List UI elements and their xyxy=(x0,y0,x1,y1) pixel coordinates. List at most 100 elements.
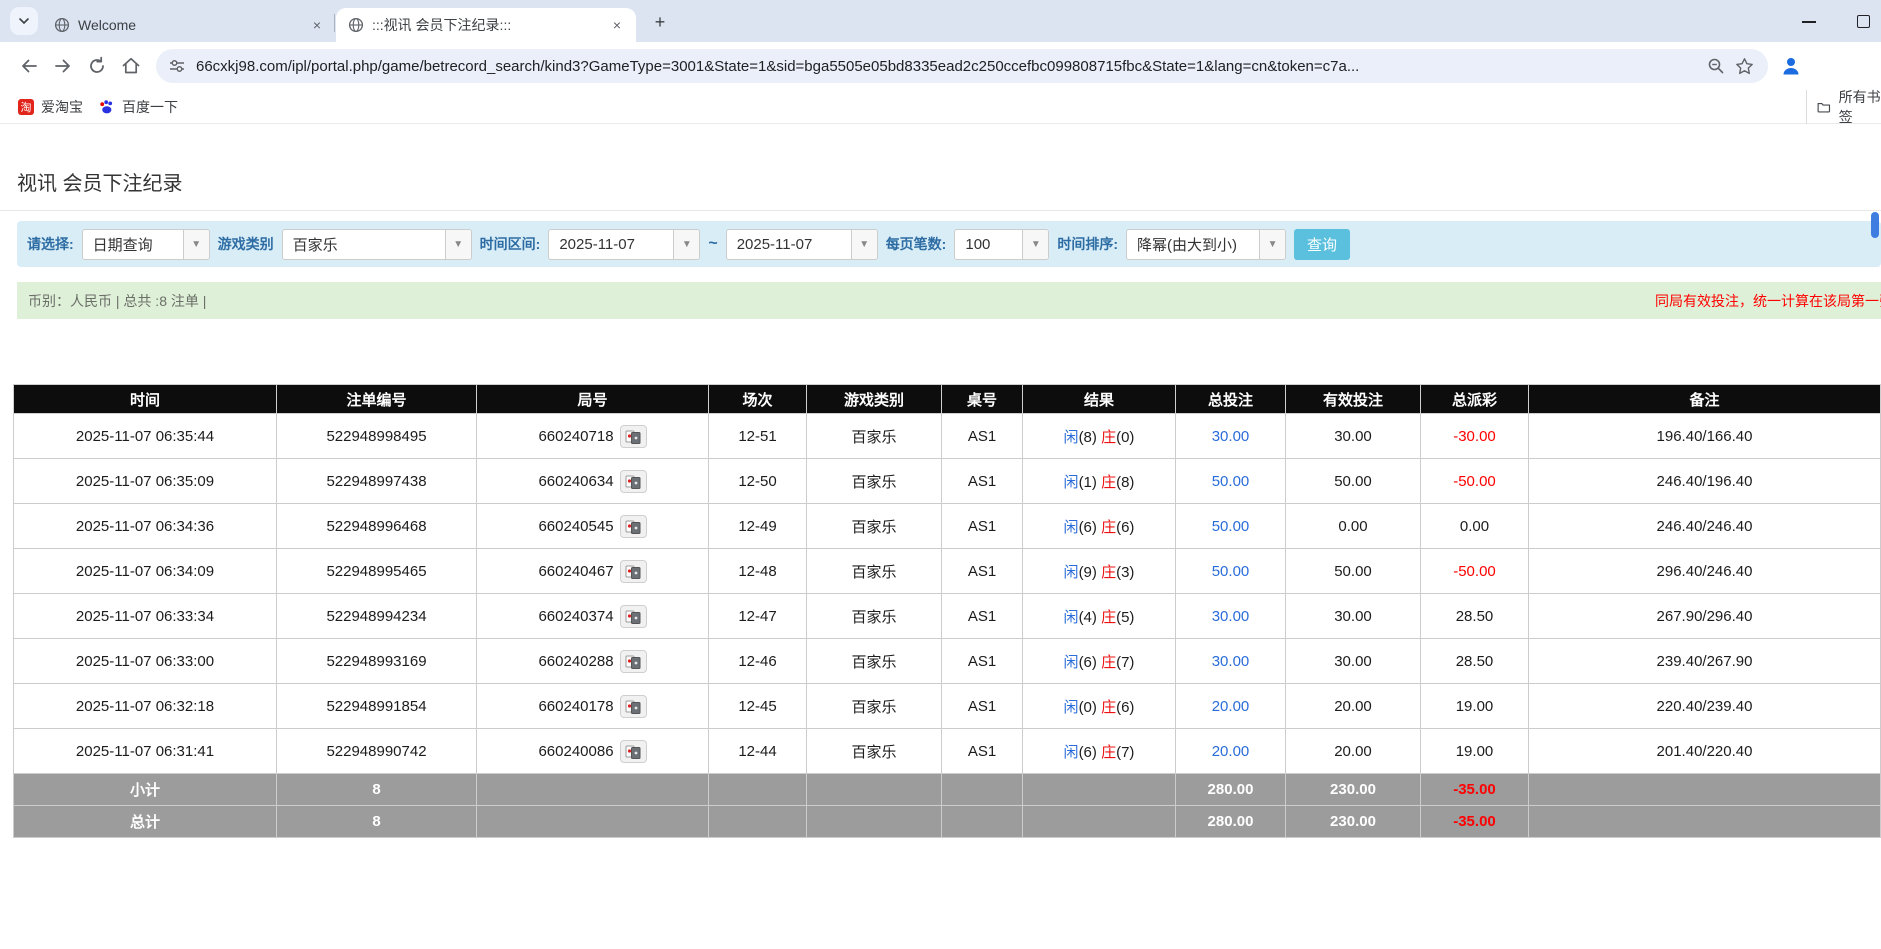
game-type-cell: 百家乐 xyxy=(807,729,942,774)
round-detail-button[interactable] xyxy=(620,470,647,493)
round-id-cell: 660240288 xyxy=(477,639,709,684)
url-text[interactable]: 66cxkj98.com/ipl/portal.php/game/betreco… xyxy=(196,58,1702,75)
table-row: 2025-11-07 06:34:36522948996468660240545… xyxy=(14,504,1881,549)
total-bet-link[interactable]: 30.00 xyxy=(1212,428,1250,445)
player-result: 闲 xyxy=(1064,744,1079,761)
sort-order-select[interactable]: 降幂(由大到小) ▼ xyxy=(1126,229,1286,260)
page-size-select[interactable]: 100 ▼ xyxy=(954,229,1049,260)
query-mode-select[interactable]: 日期查询 ▼ xyxy=(82,229,210,260)
session-cell: 12-44 xyxy=(709,729,807,774)
banker-result: 庄 xyxy=(1101,519,1116,536)
game-type-cell: 百家乐 xyxy=(807,459,942,504)
globe-icon xyxy=(348,17,364,33)
scrollbar-thumb[interactable] xyxy=(1871,212,1879,238)
new-tab-button[interactable]: + xyxy=(648,10,672,34)
result-cell: 闲(4) 庄(5) xyxy=(1023,594,1176,639)
reload-icon xyxy=(87,56,107,76)
total-count: 8 xyxy=(277,806,477,838)
date-from-select[interactable]: 2025-11-07 ▼ xyxy=(548,229,700,260)
round-detail-button[interactable] xyxy=(620,560,647,583)
tab-welcome[interactable]: Welcome × xyxy=(42,8,336,42)
table-number-cell: AS1 xyxy=(942,639,1023,684)
total-bet-link[interactable]: 50.00 xyxy=(1212,518,1250,535)
game-type-cell: 百家乐 xyxy=(807,684,942,729)
note-cell: 220.40/239.40 xyxy=(1529,684,1881,729)
round-detail-button[interactable] xyxy=(620,740,647,763)
home-button[interactable] xyxy=(114,49,148,83)
person-icon xyxy=(1779,54,1803,78)
tab-close-icon[interactable]: × xyxy=(608,16,626,34)
result-cell: 闲(1) 庄(8) xyxy=(1023,459,1176,504)
player-result: 闲 xyxy=(1064,609,1079,626)
column-header: 总投注 xyxy=(1176,385,1286,414)
total-bet-link[interactable]: 30.00 xyxy=(1212,653,1250,670)
table-number-cell: AS1 xyxy=(942,459,1023,504)
maximize-button[interactable] xyxy=(1855,13,1871,29)
round-id-cell: 660240178 xyxy=(477,684,709,729)
player-result: (0) xyxy=(1079,699,1097,716)
round-detail-button[interactable] xyxy=(620,695,647,718)
valid-bet-cell: 20.00 xyxy=(1286,729,1421,774)
game-type-select[interactable]: 百家乐 ▼ xyxy=(282,229,472,260)
table-number-cell: AS1 xyxy=(942,684,1023,729)
total-bet-link[interactable]: 20.00 xyxy=(1212,698,1250,715)
date-to-select[interactable]: 2025-11-07 ▼ xyxy=(726,229,878,260)
tab-bet-records[interactable]: :::视讯 会员下注纪录::: × xyxy=(336,8,636,42)
round-detail-button[interactable] xyxy=(620,650,647,673)
player-result: 闲 xyxy=(1064,564,1079,581)
result-cell: 闲(0) 庄(6) xyxy=(1023,684,1176,729)
total-bet-link[interactable]: 50.00 xyxy=(1212,473,1250,490)
back-button[interactable] xyxy=(12,49,46,83)
round-id: 660240086 xyxy=(538,743,613,760)
round-id: 660240545 xyxy=(538,518,613,535)
bet-id-cell: 522948991854 xyxy=(277,684,477,729)
search-button[interactable]: 查询 xyxy=(1294,229,1350,260)
session-cell: 12-51 xyxy=(709,414,807,459)
result-cell: 闲(6) 庄(7) xyxy=(1023,729,1176,774)
total-bet-cell: 30.00 xyxy=(1176,594,1286,639)
star-icon xyxy=(1735,57,1754,76)
total-bet-link[interactable]: 50.00 xyxy=(1212,563,1250,580)
reload-button[interactable] xyxy=(80,49,114,83)
payout-cell: 19.00 xyxy=(1421,729,1529,774)
table-number-cell: AS1 xyxy=(942,594,1023,639)
bookmark-baidu[interactable]: 百度一下 xyxy=(91,93,186,121)
round-detail-button[interactable] xyxy=(620,605,647,628)
bookmark-taobao[interactable]: 淘 爱淘宝 xyxy=(10,93,91,121)
column-header: 局号 xyxy=(477,385,709,414)
folder-icon xyxy=(1817,99,1831,115)
tilde-separator: ~ xyxy=(708,235,717,253)
game-type-cell: 百家乐 xyxy=(807,414,942,459)
total-bet-link[interactable]: 30.00 xyxy=(1212,608,1250,625)
round-id: 660240634 xyxy=(538,473,613,490)
chevron-down-icon: ▼ xyxy=(445,230,471,259)
profile-avatar[interactable] xyxy=(1774,49,1808,83)
subtotal-valid-bet: 230.00 xyxy=(1286,774,1421,806)
result-cell: 闲(6) 庄(7) xyxy=(1023,639,1176,684)
bet-id-cell: 522948997438 xyxy=(277,459,477,504)
tab-strip: Welcome × :::视讯 会员下注纪录::: × + xyxy=(0,0,1881,42)
round-detail-button[interactable] xyxy=(620,515,647,538)
bookmark-star-button[interactable] xyxy=(1730,52,1758,80)
sort-order-label: 时间排序: xyxy=(1057,234,1118,254)
tab-search-button[interactable] xyxy=(10,7,38,35)
round-detail-button[interactable] xyxy=(620,425,647,448)
player-result: (1) xyxy=(1079,474,1097,491)
globe-icon xyxy=(54,17,70,33)
all-bookmarks[interactable]: 所有书签 xyxy=(1806,90,1881,124)
bet-id-cell: 522948996468 xyxy=(277,504,477,549)
total-bet-link[interactable]: 20.00 xyxy=(1212,743,1250,760)
site-settings-icon[interactable] xyxy=(168,57,186,75)
player-result: 闲 xyxy=(1064,699,1079,716)
forward-button[interactable] xyxy=(46,49,80,83)
address-bar[interactable]: 66cxkj98.com/ipl/portal.php/game/betreco… xyxy=(156,49,1768,83)
tab-close-icon[interactable]: × xyxy=(308,16,326,34)
zoom-button[interactable] xyxy=(1702,52,1730,80)
column-header: 桌号 xyxy=(942,385,1023,414)
bet-time-cell: 2025-11-07 06:34:09 xyxy=(14,549,277,594)
note-cell: 246.40/246.40 xyxy=(1529,504,1881,549)
column-header: 有效投注 xyxy=(1286,385,1421,414)
minimize-button[interactable] xyxy=(1801,13,1817,29)
session-cell: 12-45 xyxy=(709,684,807,729)
column-header: 注单编号 xyxy=(277,385,477,414)
